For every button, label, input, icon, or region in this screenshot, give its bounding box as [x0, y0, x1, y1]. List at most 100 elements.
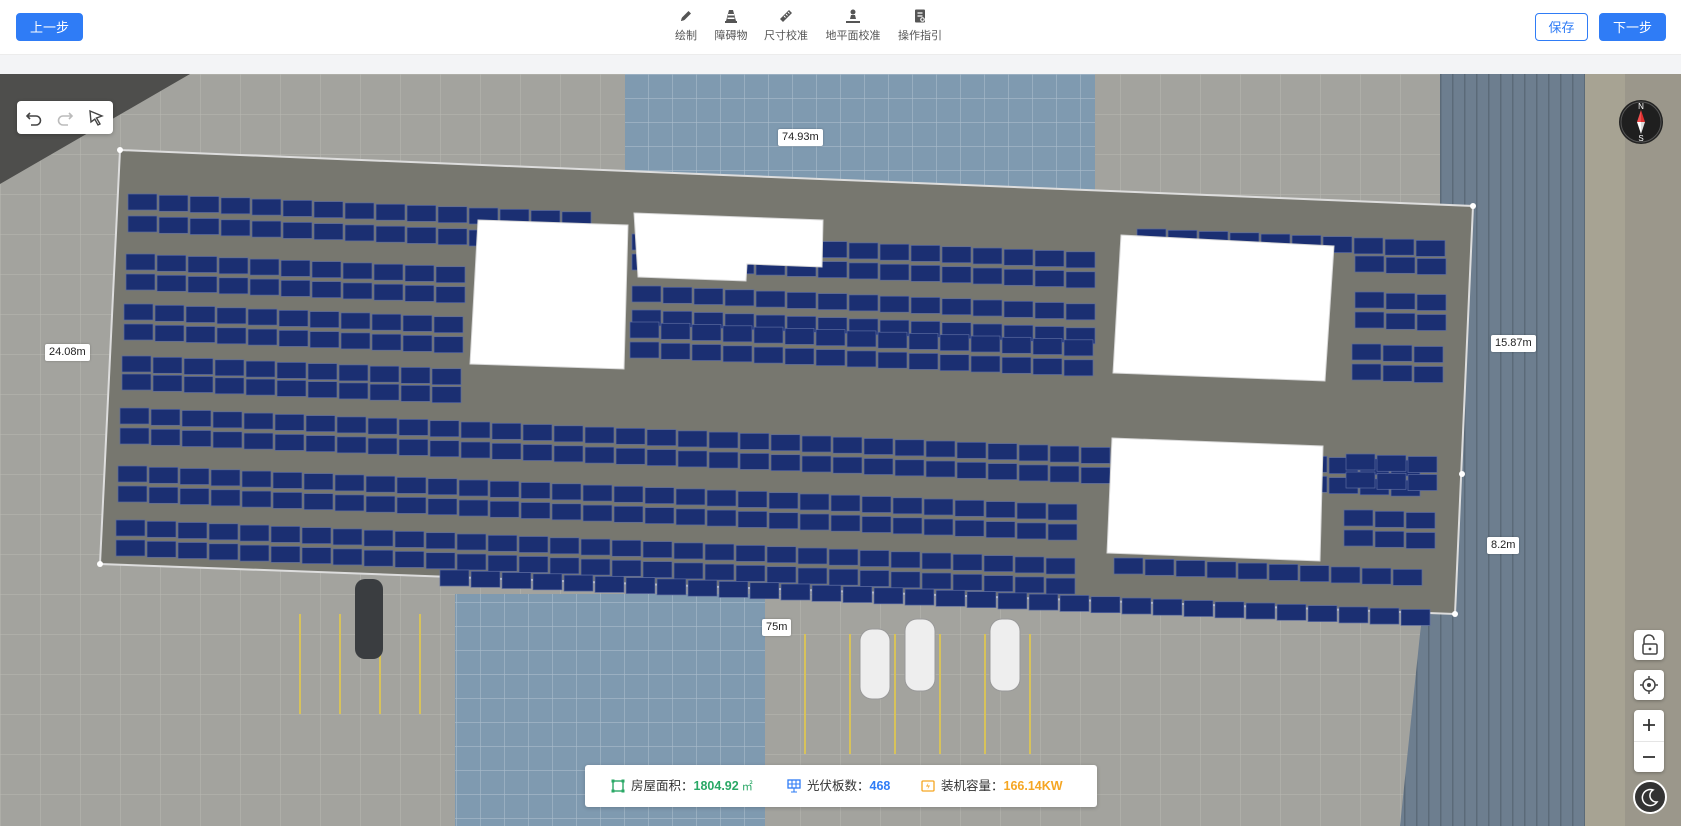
solar-panel[interactable] — [1059, 595, 1090, 612]
solar-panel[interactable] — [522, 424, 553, 441]
solar-panel[interactable] — [214, 359, 245, 377]
solar-panel[interactable] — [1382, 344, 1413, 362]
solar-panel[interactable] — [1034, 270, 1065, 287]
solar-panel[interactable] — [910, 245, 941, 262]
solar-panel[interactable] — [425, 532, 456, 550]
solar-panel[interactable] — [1183, 600, 1214, 617]
solar-panel[interactable] — [218, 257, 249, 275]
solar-panel[interactable] — [708, 451, 739, 469]
solar-panel[interactable] — [815, 329, 846, 346]
solar-panel[interactable] — [613, 505, 644, 523]
solar-panel[interactable] — [340, 332, 371, 350]
solar-panel[interactable] — [208, 523, 239, 541]
next-step-button[interactable]: 下一步 — [1599, 13, 1666, 41]
solar-panel[interactable] — [828, 548, 859, 566]
solar-panel[interactable] — [1416, 314, 1447, 331]
solar-panel[interactable] — [1016, 522, 1047, 540]
solar-panel[interactable] — [985, 501, 1016, 518]
solar-panel[interactable] — [753, 326, 784, 344]
solar-panel[interactable] — [908, 353, 939, 370]
solar-panel[interactable] — [625, 577, 656, 594]
solar-panel[interactable] — [848, 294, 879, 312]
solar-panel[interactable] — [487, 554, 518, 572]
solar-panel[interactable] — [369, 383, 400, 401]
solar-panel[interactable] — [549, 557, 580, 575]
solar-panel[interactable] — [251, 198, 282, 216]
solar-panel[interactable] — [879, 263, 910, 281]
solar-panel[interactable] — [877, 351, 908, 369]
solar-panel[interactable] — [1345, 471, 1376, 489]
solar-panel[interactable] — [1400, 609, 1431, 626]
solar-panel[interactable] — [644, 487, 675, 504]
solar-panel[interactable] — [553, 445, 584, 463]
solar-panel[interactable] — [766, 546, 797, 564]
solar-panel[interactable] — [522, 444, 553, 461]
solar-panel[interactable] — [615, 447, 646, 465]
solar-panel[interactable] — [830, 494, 861, 512]
solar-panel[interactable] — [952, 553, 983, 571]
solar-panel[interactable] — [1407, 474, 1438, 491]
solar-panel[interactable] — [1001, 336, 1032, 354]
solar-panel[interactable] — [150, 428, 181, 446]
solar-panel[interactable] — [861, 496, 892, 513]
solar-panel[interactable] — [956, 461, 987, 479]
solar-panel[interactable] — [1374, 530, 1405, 548]
tool-size-calibration[interactable]: 尺寸校准 — [764, 8, 808, 43]
solar-panel[interactable] — [1385, 292, 1416, 310]
solar-panel[interactable] — [613, 485, 644, 503]
solar-panel[interactable] — [737, 491, 768, 508]
solar-panel[interactable] — [549, 537, 580, 555]
solar-panel[interactable] — [1268, 564, 1299, 581]
solar-panel[interactable] — [1032, 338, 1063, 355]
solar-panel[interactable] — [1018, 444, 1049, 462]
solar-panel[interactable] — [1018, 464, 1049, 482]
solar-panel[interactable] — [580, 558, 611, 576]
solar-panel[interactable] — [693, 288, 724, 305]
solar-panel[interactable] — [770, 454, 801, 472]
solar-panel[interactable] — [1276, 603, 1307, 621]
solar-panel[interactable] — [363, 529, 394, 547]
solar-panel[interactable] — [425, 552, 456, 570]
locate-button[interactable] — [1634, 670, 1664, 700]
solar-panel[interactable] — [491, 422, 522, 440]
solar-panel[interactable] — [1090, 596, 1121, 614]
solar-panel[interactable] — [243, 432, 274, 450]
solar-panel[interactable] — [396, 477, 427, 494]
solar-panel[interactable] — [846, 330, 877, 348]
solar-panel[interactable] — [367, 437, 398, 455]
solar-panel[interactable] — [332, 548, 363, 566]
solar-panel[interactable] — [369, 365, 400, 383]
solar-panel[interactable] — [152, 356, 183, 374]
solar-panel[interactable] — [1144, 558, 1175, 576]
solar-panel[interactable] — [1237, 562, 1268, 580]
solar-panel[interactable] — [983, 575, 1014, 592]
solar-panel[interactable] — [212, 411, 243, 429]
solar-panel[interactable] — [691, 344, 722, 361]
solar-panel[interactable] — [313, 223, 344, 240]
solar-panel[interactable] — [879, 295, 910, 313]
solar-panel[interactable] — [673, 542, 704, 560]
solar-panel[interactable] — [1345, 453, 1376, 471]
solar-panel[interactable] — [1206, 561, 1237, 579]
solar-panel[interactable] — [646, 449, 677, 466]
tool-guide[interactable]: 操作指引 — [897, 8, 943, 43]
solar-panel[interactable] — [119, 427, 150, 445]
solar-panel[interactable] — [739, 453, 770, 470]
solar-panel[interactable] — [673, 562, 704, 580]
solar-panel[interactable] — [123, 303, 154, 321]
solar-panel[interactable] — [177, 522, 208, 539]
solar-panel[interactable] — [270, 526, 301, 543]
solar-panel[interactable] — [1003, 268, 1034, 286]
solar-panel[interactable] — [251, 220, 282, 238]
solar-panel[interactable] — [1047, 503, 1078, 521]
solar-panel[interactable] — [904, 588, 935, 606]
solar-panel[interactable] — [939, 334, 970, 352]
solar-panel[interactable] — [706, 509, 737, 527]
solar-panel[interactable] — [208, 543, 239, 561]
solar-panel[interactable] — [1338, 606, 1369, 624]
solar-panel[interactable] — [365, 475, 396, 493]
night-mode-button[interactable] — [1633, 780, 1667, 814]
solar-panel[interactable] — [582, 484, 613, 502]
solar-panel[interactable] — [1416, 294, 1447, 311]
solar-panel[interactable] — [127, 215, 158, 233]
